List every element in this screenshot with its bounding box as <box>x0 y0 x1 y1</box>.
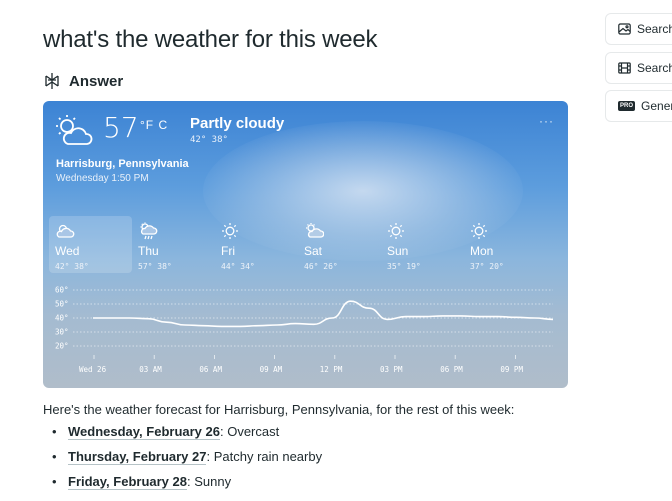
day-tab-fri[interactable]: Fri 44° 34° <box>215 216 298 273</box>
forecast-condition: : Patchy rain nearby <box>206 449 323 464</box>
day-tab-sun[interactable]: Sun 35° 19° <box>381 216 464 273</box>
forecast-day-link[interactable]: Wednesday, February 26 <box>68 424 220 440</box>
search-images-button[interactable]: Search <box>605 13 672 45</box>
search-videos-button[interactable]: Search <box>605 52 672 84</box>
x-tick-label: 06 AM <box>199 365 222 374</box>
day-hilo: 46° 26° <box>304 262 338 271</box>
partly-cloudy-sun-icon <box>56 115 93 145</box>
day-hilo: 37° 20° <box>470 262 504 271</box>
bullet: • <box>52 424 57 439</box>
location-label: Harrisburg, Pennsylvania <box>56 158 189 170</box>
day-tab-wed[interactable]: Wed 42° 38° <box>49 216 132 273</box>
day-hilo: 42° 38° <box>55 262 89 271</box>
bullet: • <box>52 449 57 464</box>
more-options-button[interactable]: ··· <box>539 114 554 128</box>
day-tab-mon[interactable]: Mon 37° 20° <box>464 216 547 273</box>
list-item: • Thursday, February 27: Patchy rain nea… <box>52 449 322 474</box>
forecast-condition: : Sunny <box>186 474 232 489</box>
side-button-label: Search <box>637 61 672 75</box>
temperature-series-line <box>93 300 554 328</box>
y-tick-label: 30° <box>55 328 69 337</box>
x-tick-label: 06 PM <box>440 365 463 374</box>
query-title: what's the weather for this week <box>43 26 378 53</box>
film-icon <box>618 62 631 74</box>
x-tick-label: Wed 26 <box>79 365 107 374</box>
forecast-condition: : Overcast <box>219 424 280 439</box>
side-button-label: Search <box>637 22 672 36</box>
x-tick-label: 09 PM <box>500 365 523 374</box>
x-tick-label: 03 PM <box>380 365 403 374</box>
sun-icon <box>388 223 404 239</box>
sun-icon <box>471 223 487 239</box>
datetime-label: Wednesday 1:50 PM <box>56 173 149 184</box>
day-name: Wed <box>55 244 80 258</box>
day-name: Mon <box>470 244 494 258</box>
partly-cloudy-sun-icon <box>306 223 324 238</box>
hourly-temperature-chart: 60° 50° 40° 30° 20° Wed 26 03 AM 06 AM 09 AM 12 P… <box>55 286 554 374</box>
current-temperature: 57 <box>103 111 139 144</box>
current-condition: Partly cloudy <box>190 115 285 132</box>
answer-label: Answer <box>69 72 124 90</box>
day-hilo: 44° 34° <box>221 262 255 271</box>
generate-button[interactable]: PRO Genera <box>605 90 672 122</box>
list-item: • Wednesday, February 26: Overcast <box>52 424 322 449</box>
answer-header: Answer <box>43 72 123 90</box>
list-item: • Friday, February 28: Sunny <box>52 474 322 499</box>
forecast-day-link[interactable]: Thursday, February 27 <box>68 449 207 465</box>
bullet: • <box>52 474 57 489</box>
y-tick-label: 50° <box>55 300 69 309</box>
unit-toggle[interactable]: °F C <box>140 118 168 132</box>
forecast-list: • Wednesday, February 26: Overcast • Thu… <box>52 424 322 499</box>
forecast-day-link[interactable]: Friday, February 28 <box>68 474 187 490</box>
y-tick-label: 40° <box>55 314 69 323</box>
x-tick-label: 03 AM <box>139 365 162 374</box>
side-button-label: Genera <box>641 99 672 113</box>
y-tick-label: 60° <box>55 286 69 295</box>
rain-cloud-icon <box>140 222 158 240</box>
x-tick-label: 12 PM <box>320 365 343 374</box>
day-hilo: 57° 38° <box>138 262 172 271</box>
day-tab-sat[interactable]: Sat 46° 26° <box>298 216 381 273</box>
cloud-icon <box>56 224 75 238</box>
x-tick-label: 09 AM <box>260 365 283 374</box>
daily-forecast-strip: Wed 42° 38° Thu 57° 38° Fri 44° 34° Sat … <box>49 216 547 273</box>
sun-icon <box>222 223 238 239</box>
pro-badge-icon: PRO <box>618 101 636 111</box>
weather-widget: 57 °F C Partly cloudy 42° 38° ··· Harris… <box>43 101 568 388</box>
day-tab-thu[interactable]: Thu 57° 38° <box>132 216 215 273</box>
y-tick-label: 20° <box>55 342 69 351</box>
day-name: Sat <box>304 244 323 258</box>
answer-logo-icon <box>45 73 59 89</box>
image-icon <box>618 23 631 35</box>
day-name: Sun <box>387 244 409 258</box>
forecast-summary: Here's the weather forecast for Harrisbu… <box>43 402 515 417</box>
day-name: Thu <box>138 244 159 258</box>
day-name: Fri <box>221 244 235 258</box>
day-hilo: 35° 19° <box>387 262 421 271</box>
current-hilo: 42° 38° <box>190 135 228 145</box>
